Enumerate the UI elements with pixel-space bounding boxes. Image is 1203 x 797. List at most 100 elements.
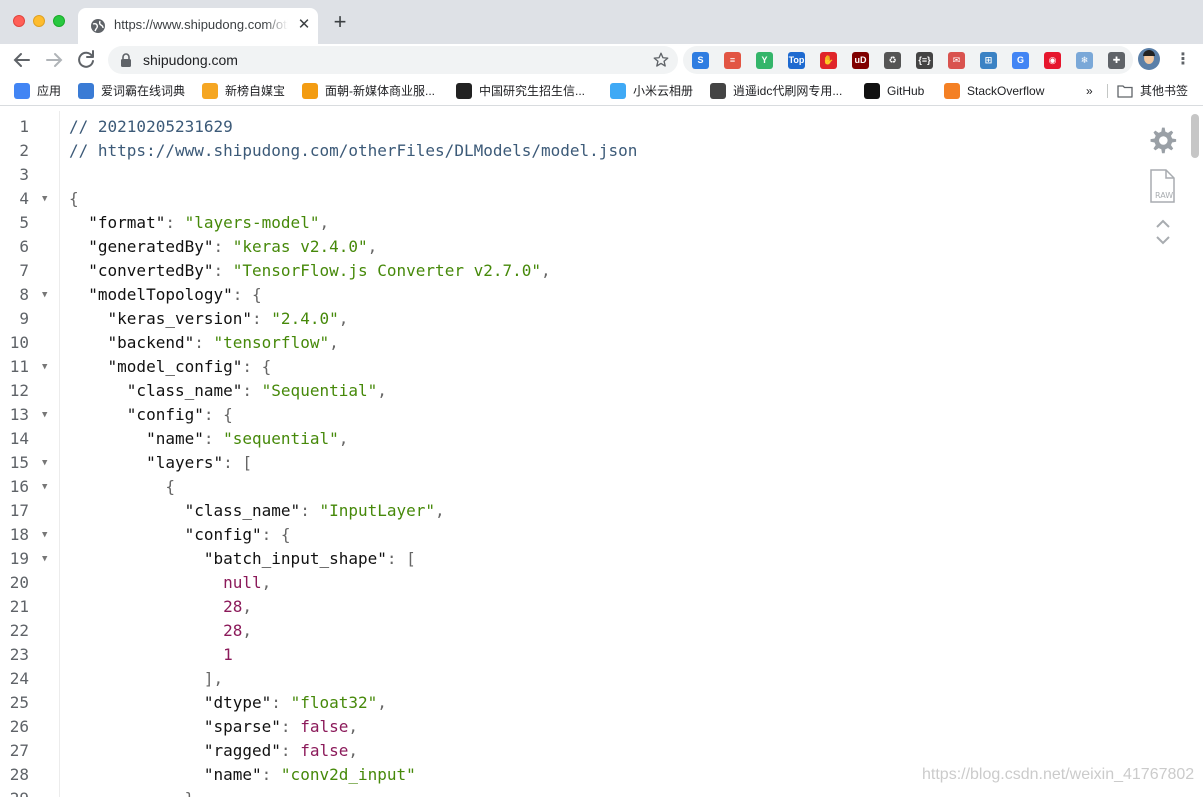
- code-token: ,: [541, 261, 551, 280]
- line-number: 23: [9, 645, 29, 664]
- code-line: 29 },: [0, 787, 1180, 797]
- forward-arrow-icon[interactable]: [42, 48, 66, 72]
- code-token: "format": [69, 213, 166, 232]
- code-line: 9 "keras_version": "2.4.0",: [0, 307, 1180, 331]
- bookmarks-overflow-button[interactable]: »: [1086, 82, 1093, 100]
- recycle-ext-icon[interactable]: ♻: [884, 52, 901, 69]
- code-token: {: [69, 477, 175, 496]
- code-text: "config": {: [69, 523, 291, 547]
- code-text: // 20210205231629: [69, 115, 233, 139]
- bookmark-item[interactable]: 中国研究生招生信...: [456, 82, 585, 100]
- more-menu-icon[interactable]: ⋮: [1173, 50, 1193, 70]
- code-token: // 20210205231629: [69, 117, 233, 136]
- notes-ext-icon[interactable]: ≡: [724, 52, 741, 69]
- weibo-ext-icon[interactable]: ◉: [1044, 52, 1061, 69]
- gear-icon[interactable]: [1146, 125, 1178, 157]
- line-number: 15: [9, 453, 29, 472]
- line-number: 6: [19, 237, 29, 256]
- bookmark-label: 小米云相册: [633, 84, 694, 98]
- gradcap-icon: [456, 83, 472, 99]
- code-token: ,: [329, 333, 339, 352]
- lock-icon[interactable]: [119, 53, 133, 67]
- url-text[interactable]: shipudong.com: [143, 52, 238, 68]
- code-token: ,: [338, 429, 349, 448]
- active-tab[interactable]: https://www.shipudong.com/otherFiles ✕: [78, 8, 318, 44]
- code-token: "2.4.0": [271, 309, 339, 328]
- fold-toggle-icon[interactable]: ▼: [42, 547, 47, 571]
- bookmark-item[interactable]: 爱词霸在线词典: [78, 82, 185, 100]
- puzzle-ext-icon[interactable]: ✚: [1108, 52, 1125, 69]
- reload-icon[interactable]: [74, 48, 98, 72]
- iciba-icon: [78, 83, 94, 99]
- code-token: ,: [367, 237, 378, 256]
- ublock-ext-icon[interactable]: uD: [852, 52, 869, 69]
- code-token: {: [69, 189, 79, 208]
- collapse-expand-icon[interactable]: [1154, 215, 1172, 249]
- code-line: 25 "dtype": "float32",: [0, 691, 1180, 715]
- code-line: 4 ▼ {: [0, 187, 1180, 211]
- tophub-ext-icon[interactable]: Top: [788, 52, 805, 69]
- new-tab-button[interactable]: +: [330, 11, 350, 33]
- vpn-ext-icon[interactable]: Y: [756, 52, 773, 69]
- back-arrow-icon[interactable]: [10, 48, 34, 72]
- bookmark-star-icon[interactable]: [652, 51, 670, 69]
- translate-ext-icon[interactable]: G: [1012, 52, 1029, 69]
- code-token: "layers-model": [184, 213, 320, 232]
- bookmark-label: 爱词霸在线词典: [101, 84, 186, 98]
- close-window-button[interactable]: [13, 15, 25, 27]
- code-token: : {: [242, 357, 272, 376]
- line-number: 20: [9, 573, 29, 592]
- code-token: ,: [377, 693, 387, 712]
- address-bar[interactable]: shipudong.com: [108, 46, 678, 74]
- bookmark-item[interactable]: GitHub: [864, 82, 924, 100]
- code-text: 28,: [69, 595, 252, 619]
- code-text: "class_name": "Sequential",: [69, 379, 387, 403]
- adblock-ext-icon[interactable]: ✋: [820, 52, 837, 69]
- code-line: 18 ▼ "config": {: [0, 523, 1180, 547]
- maximize-window-button[interactable]: [53, 15, 65, 27]
- tab-strip: https://www.shipudong.com/otherFiles ✕ +: [0, 0, 1203, 44]
- code-text: "keras_version": "2.4.0",: [69, 307, 349, 331]
- bookmark-item[interactable]: StackOverflow: [944, 82, 1044, 100]
- code-token: "InputLayer": [319, 501, 436, 520]
- code-token: :: [203, 429, 224, 448]
- line-number: 14: [9, 429, 29, 448]
- fold-toggle-icon[interactable]: ▼: [42, 355, 47, 379]
- bookmark-item[interactable]: 小米云相册: [610, 82, 693, 100]
- bookmark-item[interactable]: 应用: [14, 82, 61, 100]
- fold-toggle-icon[interactable]: ▼: [42, 451, 47, 475]
- line-number: 4: [19, 189, 29, 208]
- code-token: : [: [223, 453, 253, 472]
- code-line: 21 28,: [0, 595, 1180, 619]
- other-bookmarks-folder[interactable]: 其他书签: [1117, 82, 1188, 100]
- tab-close-icon[interactable]: ✕: [294, 15, 314, 35]
- code-token: "tensorflow": [213, 333, 330, 352]
- fold-toggle-icon[interactable]: ▼: [42, 283, 47, 307]
- code-token: :: [300, 501, 320, 520]
- qr-ext-icon[interactable]: ⊞: [980, 52, 997, 69]
- bookmark-item[interactable]: 面朝-新媒体商业服...: [302, 82, 435, 100]
- profile-avatar[interactable]: [1138, 48, 1160, 70]
- json-ext-icon[interactable]: {≡}: [916, 52, 933, 69]
- code-text: // https://www.shipudong.com/otherFiles/…: [69, 139, 637, 163]
- fold-toggle-icon[interactable]: ▼: [42, 187, 47, 211]
- code-token: "layers": [69, 453, 224, 472]
- fold-toggle-icon[interactable]: ▼: [42, 523, 47, 547]
- minimize-window-button[interactable]: [33, 15, 45, 27]
- line-number: 29: [0, 787, 29, 797]
- code-text: "dtype": "float32",: [69, 691, 387, 715]
- fold-toggle-icon[interactable]: ▼: [42, 403, 47, 427]
- bookmark-item[interactable]: 新榜自媒宝: [202, 82, 285, 100]
- code-token: :: [194, 333, 214, 352]
- snow-ext-icon[interactable]: ❄: [1076, 52, 1093, 69]
- fold-toggle-icon[interactable]: ▼: [42, 475, 47, 499]
- code-token: : {: [261, 525, 291, 544]
- line-number: 2: [19, 141, 29, 160]
- raw-label: RAW: [1155, 191, 1174, 200]
- bookmark-item[interactable]: 逍遥idc代刷网专用...: [710, 82, 842, 100]
- scrollbar-thumb[interactable]: [1191, 114, 1199, 158]
- code-line: 16 ▼ {: [0, 475, 1180, 499]
- line-number: 5: [19, 213, 29, 232]
- mail-ext-icon[interactable]: ✉: [948, 52, 965, 69]
- sogou-ext-icon[interactable]: S: [692, 52, 709, 69]
